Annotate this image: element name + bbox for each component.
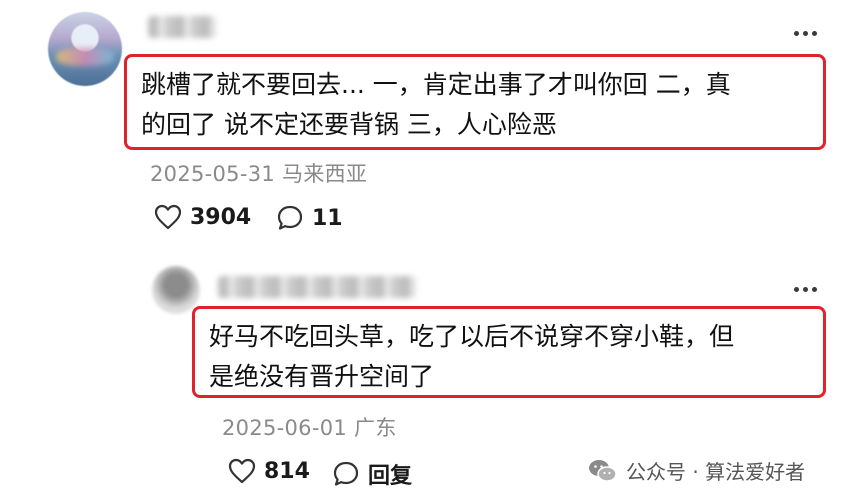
comment-text-line-2: 的回了 说不定还要背锅 三，人心险恶 [141, 110, 557, 139]
replier-avatar[interactable] [152, 266, 200, 314]
wechat-icon [589, 459, 617, 482]
comment-like-count: 3904 [190, 204, 252, 230]
watermark-text: 公众号 · 算法爱好者 [626, 460, 806, 484]
speech-bubble-icon [277, 205, 303, 230]
reply-reply-button[interactable]: 回复 [332, 458, 412, 490]
reply-more-options-icon[interactable] [794, 284, 824, 294]
reply-reply-label: 回复 [368, 464, 413, 489]
heart-icon [228, 458, 256, 484]
speech-bubble-icon [333, 461, 359, 486]
more-options-icon[interactable] [794, 28, 824, 38]
commenter-avatar[interactable] [48, 12, 122, 86]
reply-text-line-1: 好马不吃回头草，吃了以后不说穿不穿小鞋，但 [209, 322, 735, 351]
commenter-name-blurred[interactable] [148, 16, 216, 38]
comment-text-line-1: 跳槽了就不要回去... 一，肯定出事了才叫你回 二，真 [141, 70, 731, 99]
comment-reply-count: 11 [312, 205, 343, 231]
comment-like-button[interactable]: 3904 [154, 204, 251, 230]
comment-reply-button[interactable]: 11 [276, 204, 343, 232]
reply-date-location: 2025-06-01 广东 [222, 416, 397, 440]
reply-text-box: 好马不吃回头草，吃了以后不说穿不穿小鞋，但 是绝没有晋升空间了 [192, 306, 826, 398]
heart-icon [154, 204, 182, 230]
comment-text-box: 跳槽了就不要回去... 一，肯定出事了才叫你回 二，真 的回了 说不定还要背锅 … [124, 54, 826, 150]
reply-text-line-2: 是绝没有晋升空间了 [209, 362, 435, 391]
replier-name-blurred[interactable] [218, 276, 416, 298]
watermark: 公众号 · 算法爱好者 [588, 456, 805, 485]
comment-date-location: 2025-05-31 马来西亚 [150, 162, 368, 186]
reply-like-count: 814 [264, 458, 310, 484]
reply-like-button[interactable]: 814 [228, 458, 310, 484]
